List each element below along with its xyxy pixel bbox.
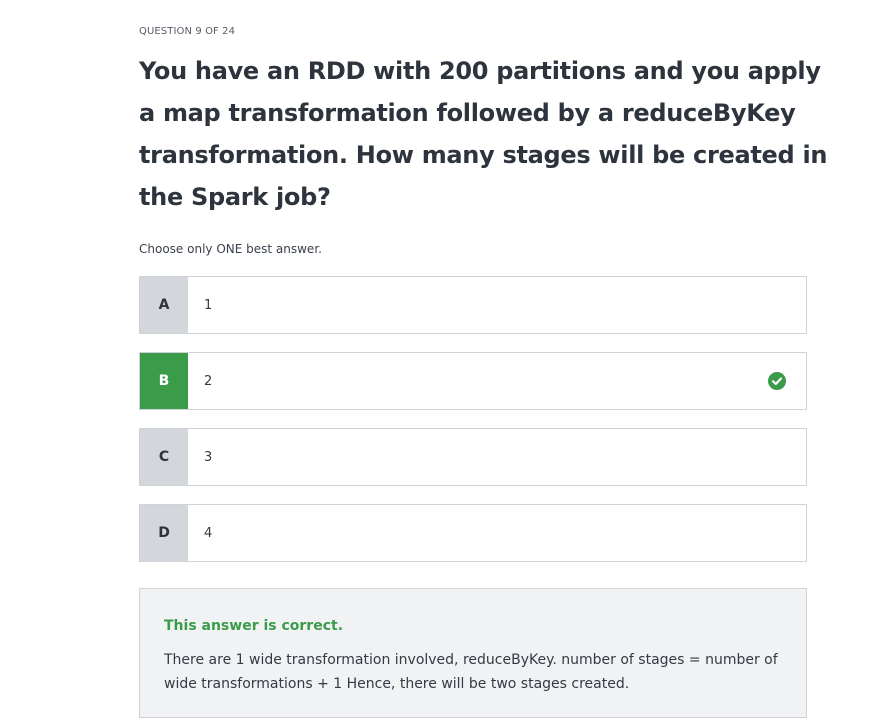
question-text: You have an RDD with 200 partitions and … bbox=[139, 57, 828, 211]
option-text: 4 bbox=[204, 525, 213, 541]
option-d[interactable]: D 4 bbox=[139, 504, 807, 562]
option-letter: D bbox=[140, 505, 188, 561]
option-a[interactable]: A 1 bbox=[139, 276, 807, 334]
answer-options: A 1 B 2 C 3 D 4 bbox=[139, 276, 807, 580]
option-text: 1 bbox=[204, 297, 213, 313]
option-text: 2 bbox=[204, 373, 213, 389]
option-b[interactable]: B 2 bbox=[139, 352, 807, 410]
option-text: 3 bbox=[204, 449, 213, 465]
option-letter: C bbox=[140, 429, 188, 485]
answer-instruction: Choose only ONE best answer. bbox=[139, 242, 322, 256]
check-circle-icon bbox=[768, 372, 786, 390]
feedback-explanation: There are 1 wide transformation involved… bbox=[164, 652, 778, 692]
option-c[interactable]: C 3 bbox=[139, 428, 807, 486]
question-counter: QUESTION 9 OF 24 bbox=[139, 26, 236, 37]
option-letter: A bbox=[140, 277, 188, 333]
feedback-title: This answer is correct. bbox=[164, 618, 344, 634]
option-letter: B bbox=[140, 353, 188, 409]
answer-feedback: This answer is correct. There are 1 wide… bbox=[139, 588, 807, 718]
